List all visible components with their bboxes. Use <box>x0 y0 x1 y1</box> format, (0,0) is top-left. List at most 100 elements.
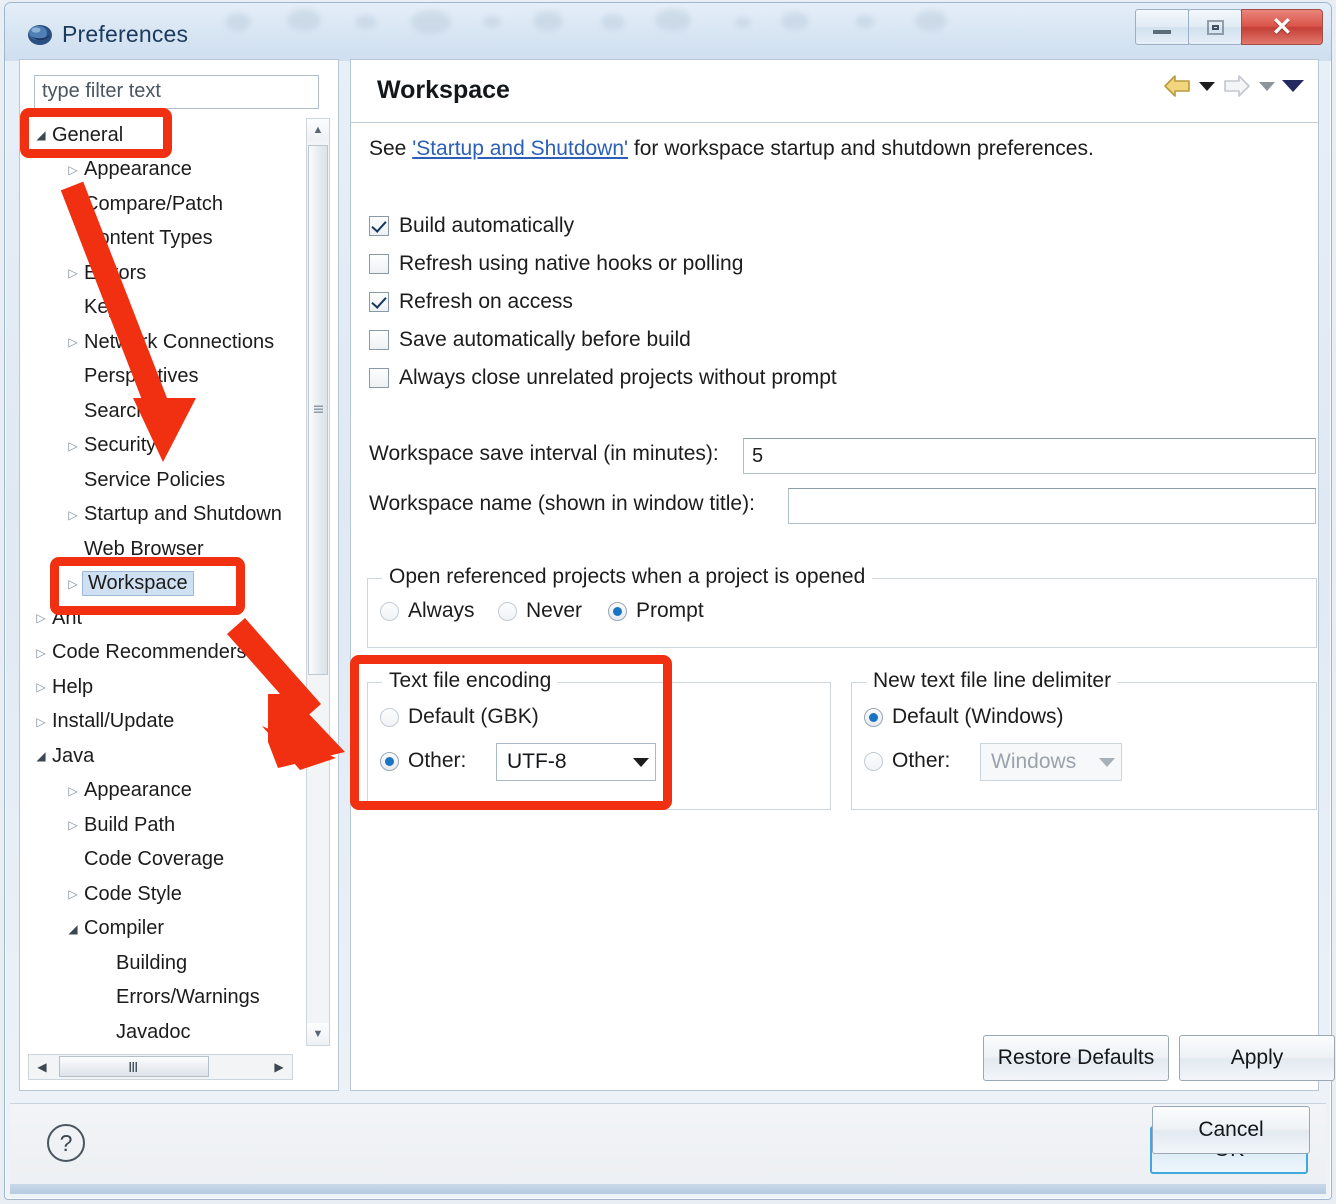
tree-item-content-types[interactable]: Content Types <box>28 222 300 257</box>
tree-twisty-open-icon[interactable]: ◢ <box>30 129 52 141</box>
vertical-scroll-thumb[interactable] <box>308 145 328 675</box>
tree-item-startup-and-shutdown[interactable]: ▷ Startup and Shutdown <box>28 498 300 533</box>
radio-label: Default (Windows) <box>892 705 1064 728</box>
tree-item-code-recommenders[interactable]: ▷ Code Recommenders <box>28 636 300 671</box>
radio-icon[interactable] <box>380 751 399 771</box>
tree-twisty-collapsed-icon[interactable]: ▷ <box>30 612 52 624</box>
tree-item-appearance[interactable]: ▷ Appearance <box>28 153 300 188</box>
radio-encoding-other[interactable]: Other: <box>380 749 466 773</box>
encoding-combobox[interactable]: UTF-8 <box>496 743 656 781</box>
checkbox-save-before-build[interactable]: Save automatically before build <box>369 328 691 352</box>
checkbox-icon[interactable] <box>369 216 389 236</box>
chevron-down-icon[interactable] <box>1099 757 1115 767</box>
workspace-save-interval-input[interactable]: 5 <box>743 438 1316 474</box>
tree-item-web-browser[interactable]: Web Browser <box>28 532 300 567</box>
checkbox-icon[interactable] <box>369 254 389 274</box>
tree-twisty-collapsed-icon[interactable]: ▷ <box>30 716 52 728</box>
cancel-button[interactable]: Cancel <box>1152 1106 1310 1154</box>
tree-twisty-collapsed-icon[interactable]: ▷ <box>62 440 84 452</box>
tree-horizontal-scrollbar[interactable]: ◀ ▶ <box>28 1054 293 1080</box>
tree-item-java[interactable]: ◢ Java <box>28 739 300 774</box>
apply-button[interactable]: Apply <box>1179 1035 1335 1081</box>
startup-shutdown-link[interactable]: 'Startup and Shutdown' <box>412 137 628 160</box>
tree-twisty-collapsed-icon[interactable]: ▷ <box>62 336 84 348</box>
checkbox-icon[interactable] <box>369 330 389 350</box>
tree-item-label: Compiler <box>84 917 165 940</box>
encoding-value: UTF-8 <box>507 750 567 773</box>
back-arrow-icon[interactable] <box>1162 73 1192 99</box>
forward-history-chevron-down-icon[interactable] <box>1259 81 1275 91</box>
checkbox-build-automatically[interactable]: Build automatically <box>369 214 574 238</box>
tree-item-perspectives[interactable]: Perspectives <box>28 360 300 395</box>
tree-item-appearance[interactable]: ▷ Appearance <box>28 774 300 809</box>
delimiter-combobox[interactable]: Windows <box>980 743 1122 781</box>
tree-item-build-path[interactable]: ▷ Build Path <box>28 808 300 843</box>
radio-always[interactable]: Always <box>380 599 475 623</box>
tree-item-compiler[interactable]: ◢ Compiler <box>28 912 300 947</box>
horizontal-scroll-track[interactable] <box>55 1055 266 1079</box>
tree-item-errors-warnings[interactable]: Errors/Warnings <box>28 981 300 1016</box>
scroll-right-icon[interactable]: ▶ <box>266 1055 292 1079</box>
checkbox-icon[interactable] <box>369 292 389 312</box>
radio-icon[interactable] <box>864 707 883 727</box>
tree-item-javadoc[interactable]: Javadoc <box>28 1015 300 1048</box>
radio-icon[interactable] <box>380 601 399 621</box>
tree-item-network-connections[interactable]: ▷ Network Connections <box>28 325 300 360</box>
tree-twisty-collapsed-icon[interactable]: ▷ <box>62 888 84 900</box>
tree-item-general[interactable]: ◢ General <box>28 118 300 153</box>
tree-item-install-update[interactable]: ▷ Install/Update <box>28 705 300 740</box>
radio-never[interactable]: Never <box>498 599 582 623</box>
tree-item-building[interactable]: Building <box>28 946 300 981</box>
tree-item-security[interactable]: ▷ Security <box>28 429 300 464</box>
tree-twisty-collapsed-icon[interactable]: ▷ <box>62 267 84 279</box>
tree-twisty-collapsed-icon[interactable]: ▷ <box>62 164 84 176</box>
tree-twisty-collapsed-icon[interactable]: ▷ <box>62 509 84 521</box>
tree-item-code-style[interactable]: ▷ Code Style <box>28 877 300 912</box>
checkbox-close-unrelated-projects[interactable]: Always close unrelated projects without … <box>369 366 837 390</box>
radio-delimiter-other[interactable]: Other: <box>864 749 950 773</box>
checkbox-refresh-on-access[interactable]: Refresh on access <box>369 290 573 314</box>
question-mark-icon[interactable]: ? <box>47 1124 85 1162</box>
radio-icon[interactable] <box>380 707 399 727</box>
view-menu-chevron-down-icon[interactable] <box>1282 80 1304 92</box>
tree-twisty-collapsed-icon[interactable]: ▷ <box>62 578 84 590</box>
checkbox-refresh-native-hooks[interactable]: Refresh using native hooks or polling <box>369 252 743 276</box>
tree-twisty-collapsed-icon[interactable]: ▷ <box>62 819 84 831</box>
back-history-chevron-down-icon[interactable] <box>1199 81 1215 91</box>
tree-item-workspace[interactable]: ▷ Workspace <box>28 567 300 602</box>
tree-item-ant[interactable]: ▷ Ant <box>28 601 300 636</box>
checkbox-icon[interactable] <box>369 368 389 388</box>
tree-vertical-scrollbar[interactable]: ▲ ▼ <box>306 118 330 1046</box>
scroll-up-icon[interactable]: ▲ <box>307 119 329 141</box>
radio-icon[interactable] <box>864 751 883 771</box>
tree-twisty-open-icon[interactable]: ◢ <box>30 750 52 762</box>
tree-twisty-collapsed-icon[interactable]: ▷ <box>30 647 52 659</box>
tree-twisty-open-icon[interactable]: ◢ <box>62 923 84 935</box>
tree-item-keys[interactable]: Keys <box>28 291 300 326</box>
close-button[interactable]: ✕ <box>1241 9 1323 45</box>
tree-item-search[interactable]: Search <box>28 394 300 429</box>
horizontal-scroll-thumb[interactable] <box>59 1056 209 1077</box>
tree-twisty-collapsed-icon[interactable]: ▷ <box>30 681 52 693</box>
radio-icon[interactable] <box>498 601 517 621</box>
filter-input[interactable]: type filter text <box>34 75 319 109</box>
tree-item-label: Help <box>52 675 94 698</box>
tree-item-service-policies[interactable]: Service Policies <box>28 463 300 498</box>
tree-item-code-coverage[interactable]: Code Coverage <box>28 843 300 878</box>
tree-item-compare-patch[interactable]: Compare/Patch <box>28 187 300 222</box>
chevron-down-icon[interactable] <box>633 757 649 767</box>
tree-item-editors[interactable]: ▷ Editors <box>28 256 300 291</box>
restore-defaults-button[interactable]: Restore Defaults <box>983 1035 1169 1081</box>
scroll-left-icon[interactable]: ◀ <box>29 1055 55 1079</box>
radio-icon[interactable] <box>608 601 627 621</box>
radio-encoding-default[interactable]: Default (GBK) <box>380 705 539 729</box>
preference-tree[interactable]: ◢ General ▷ Appearance Compare/Patch Content … <box>28 118 300 1048</box>
scroll-down-icon[interactable]: ▼ <box>307 1023 329 1045</box>
radio-delimiter-default[interactable]: Default (Windows) <box>864 705 1064 729</box>
maximize-button[interactable] <box>1188 9 1242 45</box>
minimize-button[interactable] <box>1135 9 1189 45</box>
tree-item-help[interactable]: ▷ Help <box>28 670 300 705</box>
tree-twisty-collapsed-icon[interactable]: ▷ <box>62 785 84 797</box>
radio-prompt[interactable]: Prompt <box>608 599 704 623</box>
workspace-name-input[interactable] <box>788 488 1316 524</box>
